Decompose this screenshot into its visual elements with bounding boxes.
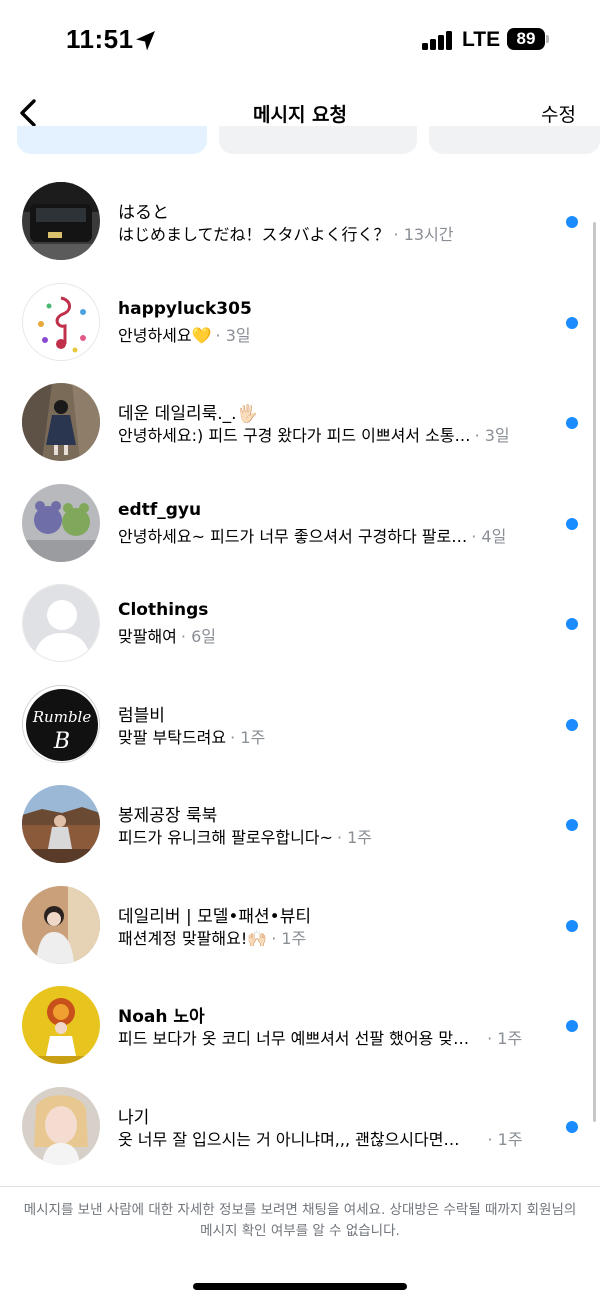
message-preview: 안녕하세요~ 피드가 너무 좋으셔서 구경하다 팔로… <box>118 526 468 546</box>
message-preview: 피드가 유니크해 팔로우합니다~ <box>118 828 333 847</box>
footer-note: 메시지를 보낸 사람에 대한 자세한 정보를 보려면 채팅을 여세요. 상대방은… <box>23 1202 577 1239</box>
unread-dot-icon <box>566 819 578 831</box>
sender-name: Noah 노아 <box>118 1007 205 1027</box>
battery-icon: 89 <box>507 28 545 50</box>
unread-dot-icon <box>566 718 578 731</box>
message-request-row[interactable]: Clothings 맞팔해여 · 6일 <box>0 572 600 673</box>
unread-dot-icon <box>566 919 578 932</box>
edit-button[interactable]: 수정 <box>541 100 576 127</box>
message-request-row[interactable]: 봉제공장 룩북 피드가 유니크해 팔로우합니다~ · 1주 <box>0 773 600 874</box>
footer: 메시지를 보낸 사람에 대한 자세한 정보를 보려면 채팅을 여세요. 상대방은… <box>0 1186 600 1300</box>
sender-name: 봉제공장 룩북 <box>118 806 218 826</box>
sender-name: Clothings <box>118 600 209 620</box>
message-time: · 3일 <box>215 325 251 345</box>
message-request-row[interactable]: はると はじめましてだね！スタバよく行く？ · 13시간 <box>0 170 600 271</box>
sender-name: はると <box>118 203 169 223</box>
message-request-row[interactable]: 데운 데일리룩._.🖐🏻 안녕하세요:) 피드 구경 왔다가 피드 이쁘셔서 소… <box>0 371 600 472</box>
sender-name: 데운 데일리룩._.🖐🏻 <box>118 404 258 424</box>
message-preview: 안녕하세요💛 <box>118 325 212 345</box>
page-title: 메시지 요청 <box>252 104 347 126</box>
status-bar: 11:51 LTE 89 <box>0 0 600 80</box>
logo-text: Rumble <box>32 708 92 726</box>
default-user-avatar <box>22 584 100 662</box>
filter-chip-active[interactable] <box>17 126 207 154</box>
sender-name: happyluck305 <box>118 298 252 319</box>
message-request-row[interactable]: Noah 노아 피드 보다가 옷 코디 너무 예쁘셔서 선팔 했어용 맞… · 1… <box>0 974 600 1075</box>
message-preview: 옷 너무 잘 입으시는 거 아니냐며,,, 괜찮으시다면… <box>118 1129 460 1149</box>
location-arrow-icon <box>136 31 155 51</box>
message-preview: 안녕하세요:) 피드 구경 왔다가 피드 이쁘셔서 소통… <box>118 426 471 445</box>
unread-dot-icon <box>566 1120 578 1133</box>
unread-dot-icon <box>566 216 578 228</box>
car-photo-avatar <box>22 182 100 260</box>
message-preview: 피드 보다가 옷 코디 너무 예쁘셔서 선팔 했어용 맞… <box>118 1029 470 1048</box>
message-request-row[interactable]: edtf_gyu 안녕하세요~ 피드가 너무 좋으셔서 구경하다 팔로… · 4일 <box>0 472 600 573</box>
home-indicator[interactable] <box>193 1283 407 1290</box>
person-photo-avatar <box>22 1086 100 1165</box>
filter-chip[interactable] <box>429 126 600 154</box>
message-time: · 1주 <box>271 928 307 948</box>
scrollbar[interactable] <box>593 222 596 1122</box>
message-time: · 4일 <box>471 526 507 546</box>
sender-name: edtf_gyu <box>118 499 202 520</box>
message-request-row[interactable]: happyluck305 안녕하세요💛 · 3일 <box>0 271 600 372</box>
message-time: · 1주 <box>336 828 373 847</box>
unread-dot-icon <box>566 316 578 329</box>
message-time: · 6일 <box>180 627 216 646</box>
message-request-row[interactable]: Rumble B 럼블비 맞팔 부탁드려요 · 1주 <box>0 673 600 774</box>
status-time: 11:51 <box>66 24 134 54</box>
unread-dot-icon <box>566 1020 578 1032</box>
message-request-row[interactable]: 데일리버 | 모델•패션•뷰티 패션계정 맞팔해요!🙌🏻 · 1주 <box>0 874 600 975</box>
message-time: · 1주 <box>230 727 266 747</box>
logo-letter: B <box>53 729 70 754</box>
person-photo-avatar <box>22 383 100 461</box>
message-time: · 1주 <box>487 1129 523 1149</box>
plush-toys-avatar <box>22 483 100 562</box>
music-notes-avatar <box>22 282 100 361</box>
message-preview: 맞팔 부탁드려요 <box>118 727 227 747</box>
person-photo-avatar <box>22 785 100 863</box>
filter-chip[interactable] <box>219 126 417 154</box>
message-preview: 맞팔해여 <box>118 627 177 646</box>
signal-strength-icon <box>422 30 454 50</box>
message-time: · 13시간 <box>393 225 454 244</box>
sender-name: 데일리버 | 모델•패션•뷰티 <box>118 906 311 927</box>
rumble-logo-avatar: Rumble B <box>22 684 100 763</box>
message-preview: 패션계정 맞팔해요!🙌🏻 <box>118 928 268 948</box>
unread-dot-icon <box>566 417 578 429</box>
person-photo-avatar <box>22 885 100 964</box>
unread-dot-icon <box>566 618 578 630</box>
battery-nub <box>546 35 549 43</box>
message-request-row[interactable]: 나기 옷 너무 잘 입으시는 거 아니냐며,,, 괜찮으시다면… · 1주 <box>0 1075 600 1176</box>
message-request-list: はると はじめましてだね！スタバよく行く？ · 13시간 happyluck305… <box>0 170 600 1175</box>
sender-name: 나기 <box>118 1107 150 1128</box>
sender-name: 럼블비 <box>118 705 165 726</box>
message-time: · 1주 <box>487 1029 523 1048</box>
message-time: · 3일 <box>474 426 510 445</box>
network-type: LTE <box>462 28 501 51</box>
message-preview: はじめましてだね！スタバよく行く？ <box>118 225 390 244</box>
unread-dot-icon <box>566 517 578 530</box>
person-photo-avatar <box>22 986 100 1064</box>
